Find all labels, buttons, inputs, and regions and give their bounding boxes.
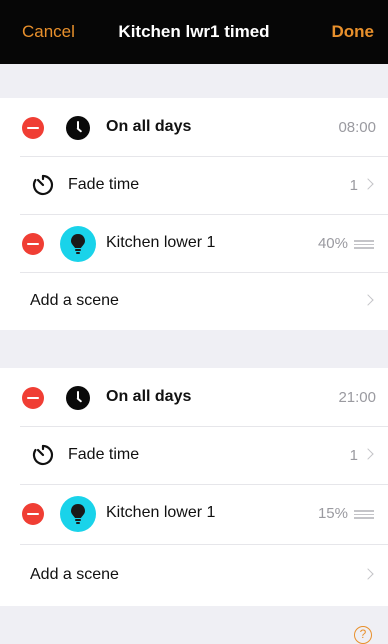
fade-time-value: 1	[349, 177, 358, 194]
delete-icon[interactable]	[22, 503, 44, 525]
section-spacer	[0, 606, 388, 644]
done-button[interactable]: Done	[332, 22, 375, 42]
help-icon[interactable]: ?	[354, 626, 372, 644]
fade-time-row[interactable]: Fade time 1	[0, 156, 388, 216]
chevron-right-icon	[362, 294, 374, 306]
add-scene-label: Add a scene	[30, 566, 119, 583]
delete-icon[interactable]	[22, 117, 44, 139]
add-scene-row[interactable]: Add a scene	[0, 272, 388, 332]
bulb-icon	[60, 226, 96, 262]
clock-icon	[66, 386, 90, 410]
add-scene-row[interactable]: Add a scene	[0, 546, 388, 606]
light-label: Kitchen lower 1	[106, 234, 216, 251]
fade-time-label: Fade time	[68, 176, 140, 193]
section-spacer	[0, 64, 388, 98]
light-row[interactable]: Kitchen lower 1 15%	[0, 484, 388, 544]
fade-time-label: Fade time	[68, 446, 140, 463]
light-label: Kitchen lower 1	[106, 504, 216, 521]
schedule-label: On all days	[106, 388, 192, 405]
timer-icon	[32, 174, 54, 196]
light-level: 15%	[317, 505, 348, 522]
divider	[20, 544, 388, 545]
light-row[interactable]: Kitchen lower 1 40%	[0, 214, 388, 274]
chevron-right-icon	[362, 448, 374, 460]
fade-time-row[interactable]: Fade time 1	[0, 426, 388, 486]
add-scene-label: Add a scene	[30, 292, 119, 309]
schedule-time: 21:00	[338, 389, 376, 406]
reorder-handle-icon[interactable]	[354, 509, 374, 519]
section-spacer	[0, 330, 388, 368]
page-title: Kitchen lwr1 timed	[118, 22, 270, 41]
chevron-right-icon	[362, 178, 374, 190]
timer-block-2: On all days 21:00 Fade time 1 Kitchen lo…	[0, 368, 388, 606]
bulb-icon	[60, 496, 96, 532]
schedule-time: 08:00	[338, 119, 376, 136]
light-level: 40%	[317, 235, 348, 252]
timer-icon	[32, 444, 54, 466]
chevron-right-icon	[362, 568, 374, 580]
reorder-handle-icon[interactable]	[354, 239, 374, 249]
timer-block-1: On all days 08:00 Fade time 1 Kitchen lo…	[0, 98, 388, 330]
delete-icon[interactable]	[22, 233, 44, 255]
delete-icon[interactable]	[22, 387, 44, 409]
fade-time-value: 1	[349, 447, 358, 464]
clock-icon	[66, 116, 90, 140]
schedule-row[interactable]: On all days 21:00	[0, 368, 388, 428]
navigation-bar: Cancel Kitchen lwr1 timed Done	[0, 0, 388, 64]
schedule-label: On all days	[106, 118, 192, 135]
schedule-row[interactable]: On all days 08:00	[0, 98, 388, 158]
